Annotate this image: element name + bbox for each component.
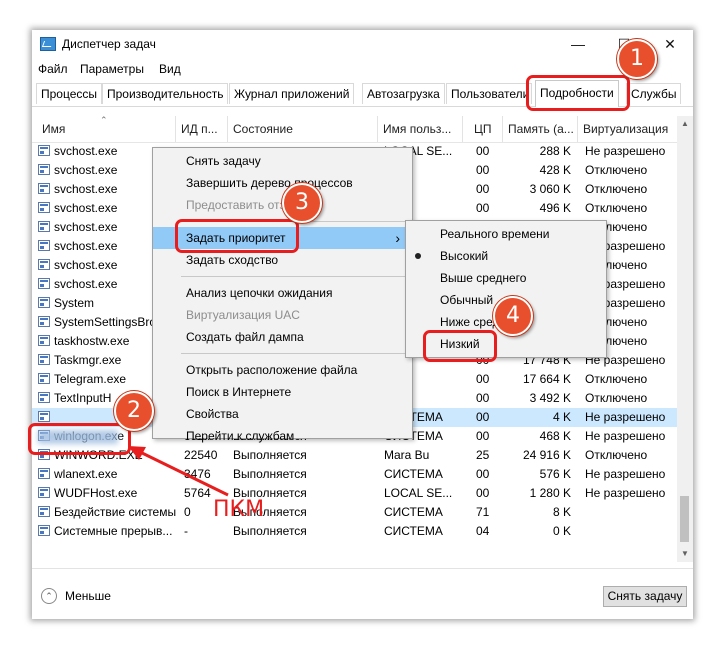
right-click-label: ПКМ <box>213 497 265 522</box>
tab-details[interactable]: Подробности <box>535 80 619 107</box>
